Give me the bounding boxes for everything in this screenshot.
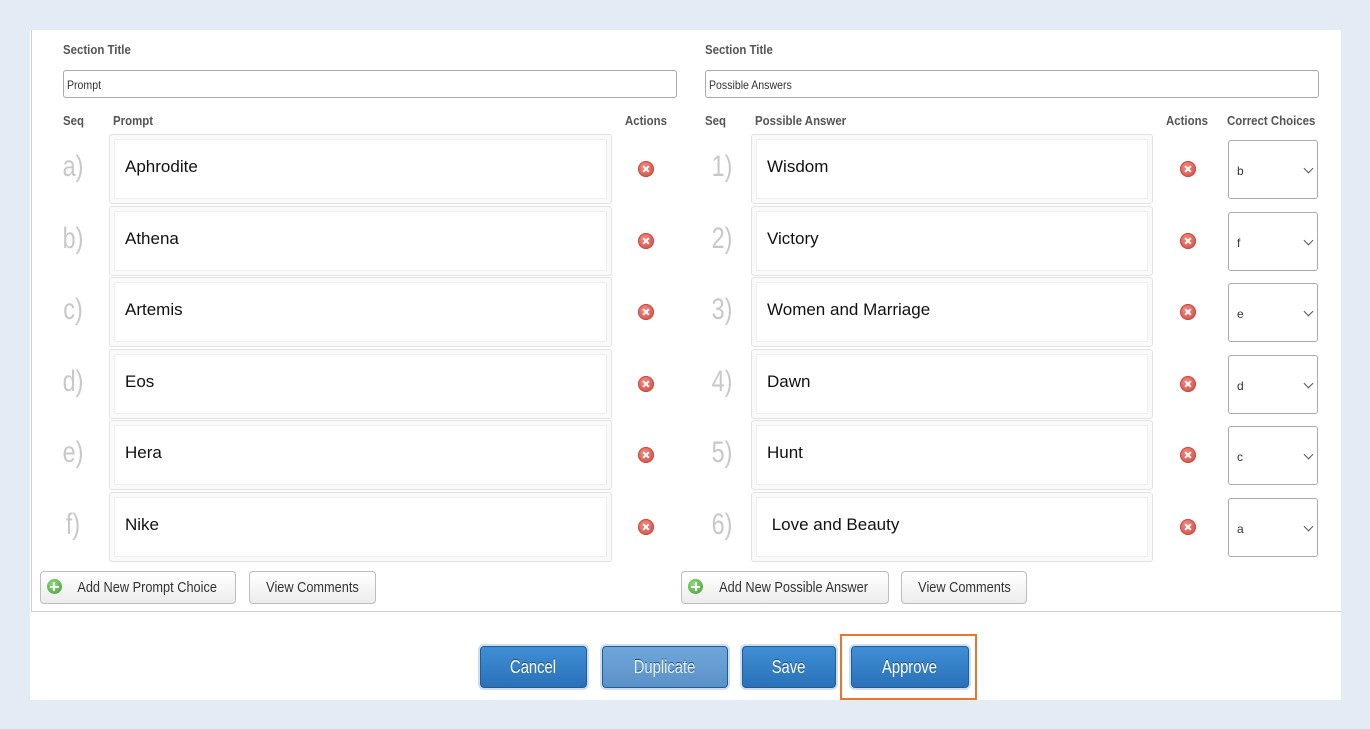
answer-seq-label: 5) [711, 436, 733, 470]
prompt-choice-text[interactable]: Nike [114, 497, 607, 557]
prompt-seq-label: c) [63, 293, 83, 327]
prompt-choice-field[interactable]: Athena [109, 205, 612, 276]
prompt-seq-label: e) [62, 436, 84, 470]
answer-choice-field[interactable]: Hunt [751, 420, 1153, 491]
correct-choice-value: c [1237, 450, 1243, 465]
prompt-choice-field[interactable]: Artemis [109, 277, 612, 348]
remove-circle-icon[interactable] [1180, 375, 1196, 392]
correct-choice-select[interactable]: a [1228, 498, 1318, 557]
correct-choice-value: b [1237, 164, 1244, 178]
correct-choice-value: e [1237, 307, 1244, 322]
chevron-down-icon [1303, 521, 1314, 532]
prompt-choice-text[interactable]: Artemis [114, 282, 607, 343]
chevron-down-icon [1303, 449, 1314, 460]
correct-choice-select[interactable]: d [1228, 354, 1318, 414]
prompt-choice-text[interactable]: Eos [114, 353, 607, 414]
answer-choice-text[interactable]: Dawn [756, 353, 1148, 414]
cancel-button[interactable]: Cancel [480, 646, 587, 688]
prompt-seq-label: f) [65, 508, 81, 541]
prompt-choice-text[interactable]: Hera [114, 425, 607, 486]
answer-choice-text[interactable]: Love and Beauty [756, 497, 1148, 557]
chevron-down-icon [1303, 235, 1314, 246]
prompt-seq-label: b) [62, 221, 84, 255]
left-col-prompt-header: Prompt [113, 113, 154, 128]
remove-circle-icon[interactable] [638, 519, 654, 535]
remove-circle-icon[interactable] [1180, 519, 1196, 535]
answer-seq-label: 6) [711, 508, 733, 541]
answer-choice-field[interactable]: Women and Marriage [751, 277, 1153, 348]
answer-seq-label: 1) [711, 150, 733, 183]
prompt-choice-field[interactable]: Aphrodite [109, 134, 612, 204]
prompt-choice-field[interactable]: Eos [109, 348, 612, 419]
right-col-correct-header: Correct Choices [1227, 113, 1316, 128]
remove-circle-icon[interactable] [638, 232, 654, 249]
correct-choice-value: d [1237, 378, 1244, 393]
correct-choice-select[interactable]: e [1228, 283, 1318, 343]
left-col-seq-header: Seq [63, 113, 84, 128]
approve-button[interactable]: Approve [851, 646, 969, 688]
chevron-down-icon [1303, 306, 1314, 317]
answer-seq-label: 4) [711, 364, 733, 398]
save-button[interactable]: Save [742, 646, 836, 688]
right-col-actions-header: Actions [1166, 113, 1208, 128]
remove-circle-icon[interactable] [1180, 232, 1196, 249]
prompt-choice-field[interactable]: Hera [109, 420, 612, 491]
remove-circle-icon[interactable] [638, 375, 654, 392]
answer-choice-field[interactable]: Victory [751, 205, 1153, 276]
answer-seq-label: 3) [711, 293, 733, 327]
right-col-seq-header: Seq [705, 113, 726, 128]
duplicate-button[interactable]: Duplicate [602, 646, 728, 688]
prompt-choice-text[interactable]: Aphrodite [114, 139, 607, 199]
correct-choice-value: a [1237, 522, 1244, 536]
correct-choice-value: f [1237, 235, 1241, 250]
answer-choice-field[interactable]: Wisdom [751, 134, 1153, 204]
answer-seq-label: 2) [711, 221, 733, 255]
plus-circle-icon [46, 579, 62, 594]
correct-choice-select[interactable]: c [1228, 426, 1318, 486]
add-prompt-choice-button[interactable]: Add New Prompt Choice [40, 571, 236, 604]
prompt-seq-label: a) [62, 150, 84, 183]
answer-choice-field[interactable]: Love and Beauty [751, 492, 1153, 562]
answer-choice-text[interactable]: Hunt [756, 425, 1148, 486]
remove-circle-icon[interactable] [638, 161, 654, 177]
prompt-choice-text[interactable]: Athena [114, 210, 607, 271]
left-col-actions-header: Actions [625, 113, 667, 128]
left-section-title-input[interactable]: Prompt [63, 70, 677, 98]
prompt-choice-field[interactable]: Nike [109, 492, 612, 562]
right-section-title-input[interactable]: Possible Answers [705, 70, 1319, 98]
left-section-title-label: Section Title [63, 42, 131, 57]
answer-choice-text[interactable]: Victory [756, 210, 1148, 271]
right-section-title-label: Section Title [705, 42, 773, 57]
correct-choice-select[interactable]: b [1228, 140, 1318, 199]
chevron-down-icon [1303, 163, 1314, 174]
answer-choice-text[interactable]: Wisdom [756, 139, 1148, 199]
answer-choice-text[interactable]: Women and Marriage [756, 282, 1148, 343]
right-col-answer-header: Possible Answer [755, 113, 847, 128]
answer-choice-field[interactable]: Dawn [751, 348, 1153, 419]
left-view-comments-button[interactable]: View Comments [249, 571, 376, 604]
plus-circle-icon [688, 579, 704, 594]
add-possible-answer-button[interactable]: Add New Possible Answer [681, 571, 889, 604]
prompt-seq-label: d) [62, 364, 84, 398]
remove-circle-icon[interactable] [1180, 161, 1196, 177]
correct-choice-select[interactable]: f [1228, 211, 1318, 271]
chevron-down-icon [1303, 378, 1314, 389]
right-view-comments-button[interactable]: View Comments [901, 571, 1027, 604]
